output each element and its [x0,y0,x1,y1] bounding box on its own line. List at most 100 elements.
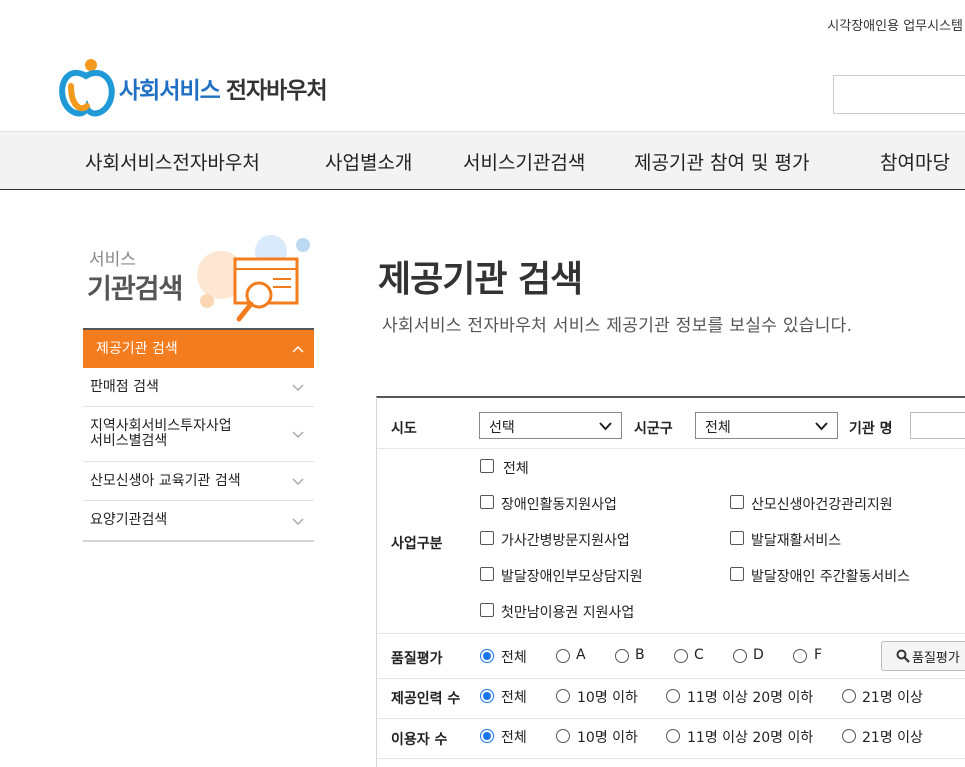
staff-count-radio[interactable] [556,689,570,703]
user-count-radio[interactable] [842,729,856,743]
quality-option-label: D [753,647,764,663]
sigungu-select-value: 전체 [705,420,731,436]
quality-option-label: A [576,647,586,663]
logo-text-dark: 전자바우처 [225,78,328,104]
user-count-radio[interactable] [556,729,570,743]
quality-option-label: F [814,647,823,663]
lnb-item-label: 판매점 검색 [90,378,159,395]
staff-count-label: 제공인력 수 [391,691,461,707]
business-checkbox[interactable] [730,567,744,581]
lnb-item-maternity-edu-search[interactable]: 산모신생아 교육기관 검색 [83,462,314,501]
business-checkbox[interactable] [480,531,494,545]
lnb-item-label: 지역사회서비스투자사업 서비스별검색 [90,418,232,449]
staff-count-radio[interactable] [666,689,680,703]
user-count-option-label: 10명 이하 [577,730,638,746]
chevron-down-icon [292,478,304,486]
lnb-title-big: 기관검색 [87,274,183,305]
business-checkbox[interactable] [480,567,494,581]
quality-radio[interactable] [615,649,629,663]
sido-select[interactable]: 선택 [479,412,622,439]
staff-count-radio[interactable] [842,689,856,703]
sido-select-value: 선택 [489,420,515,436]
site-logo[interactable]: 사회서비스 전자바우처 [57,56,357,120]
row-divider [377,633,965,634]
lnb-menu: 제공기관 검색 판매점 검색 지역사회서비스투자사업 서비스별검색 산모신생아 … [83,328,314,542]
business-option-label: 장애인활동지원사업 [501,497,617,513]
visually-impaired-system-link[interactable]: 시각장애인용 업무시스템 [827,15,963,34]
quality-option-label: C [694,647,704,663]
staff-count-option-label: 21명 이상 [862,690,923,706]
staff-count-option-label: 10명 이하 [577,690,638,706]
chevron-down-icon [292,431,304,439]
page-description: 사회서비스 전자바우처 서비스 제공기관 정보를 보실수 있습니다. [382,316,853,336]
sigungu-select[interactable]: 전체 [695,412,838,439]
lnb-item-care-facility-search[interactable]: 요양기관검색 [83,501,314,540]
search-icon [896,649,910,663]
quality-radio[interactable] [733,649,747,663]
chevron-down-icon [599,422,612,431]
search-document-illustration-icon [197,235,310,322]
gnb-item-participation[interactable]: 제공기관 참여 및 평가 [634,148,809,175]
chevron-down-icon [292,384,304,392]
lnb-title: 서비스 기관검색 [83,225,314,328]
lnb-item-store-search[interactable]: 판매점 검색 [83,368,314,407]
staff-count-option-label: 11명 이상 20명 이하 [687,690,814,706]
logo-mark-icon [59,59,115,117]
user-count-radio[interactable] [666,729,680,743]
quality-option-label: B [635,647,645,663]
user-count-option-label: 21명 이상 [862,730,923,746]
business-type-label: 사업구분 [391,536,443,552]
gnb-item-voucher[interactable]: 사회서비스전자바우처 [85,148,260,175]
staff-count-option-label: 전체 [501,690,527,706]
logo-text-blue: 사회서비스 [119,78,221,104]
quality-evaluation-button-label: 품질평가 [912,650,960,666]
chevron-down-icon [815,422,828,431]
quality-radio[interactable] [793,649,807,663]
quality-radio[interactable] [480,649,494,663]
user-count-option-label: 11명 이상 20명 이하 [687,730,814,746]
row-divider [377,758,965,759]
lnb-item-provider-search[interactable]: 제공기관 검색 [83,328,314,368]
user-count-radio[interactable] [480,729,494,743]
gnb-item-community[interactable]: 참여마당 [880,148,950,175]
quality-label: 품질평가 [391,651,443,667]
org-name-label: 기관 명 [849,421,893,437]
row-divider [377,448,965,449]
business-option-label: 발달장애인 주간활동서비스 [751,569,911,585]
chevron-up-icon [292,345,304,353]
lnb-item-label: 산모신생아 교육기관 검색 [90,472,241,489]
quality-evaluation-button[interactable]: 품질평가 [881,641,965,671]
sigungu-label: 시군구 [634,421,673,437]
site-search-input[interactable] [833,75,965,114]
page-title: 제공기관 검색 [378,259,583,300]
gnb-item-business[interactable]: 사업별소개 [325,148,412,175]
global-navigation: 사회서비스전자바우처 사업별소개 서비스기관검색 제공기관 참여 및 평가 참여… [0,131,965,190]
business-option-label: 발달장애인부모상담지원 [501,569,643,585]
quality-option-label: 전체 [501,650,527,666]
user-count-option-label: 전체 [501,730,527,746]
provider-search-form: 시도 선택 시군구 전체 기관 명 사업구분 전체 장애인활동지원사업 산모신생… [376,396,965,767]
business-all-label: 전체 [503,461,529,477]
row-divider [377,678,965,679]
business-checkbox[interactable] [480,495,494,509]
lnb-item-community-service-search[interactable]: 지역사회서비스투자사업 서비스별검색 [83,407,314,462]
gnb-item-org-search[interactable]: 서비스기관검색 [463,148,585,175]
chevron-down-icon [292,517,304,525]
business-checkbox[interactable] [730,495,744,509]
business-option-label: 발달재활서비스 [751,533,842,549]
lnb-item-label: 제공기관 검색 [96,340,178,357]
lnb-item-label: 요양기관검색 [90,512,168,528]
sido-label: 시도 [391,421,417,437]
business-checkbox[interactable] [730,531,744,545]
business-option-label: 첫만남이용권 지원사업 [501,605,635,621]
user-count-label: 이용자 수 [391,732,448,748]
org-name-input[interactable] [910,412,965,439]
staff-count-radio[interactable] [480,689,494,703]
row-divider [377,718,965,719]
business-option-label: 산모신생아건강관리지원 [751,497,893,513]
quality-radio[interactable] [556,649,570,663]
business-checkbox[interactable] [480,603,494,617]
business-all-checkbox[interactable] [480,459,494,473]
logo-text: 사회서비스 전자바우처 [119,71,328,105]
quality-radio[interactable] [674,649,688,663]
